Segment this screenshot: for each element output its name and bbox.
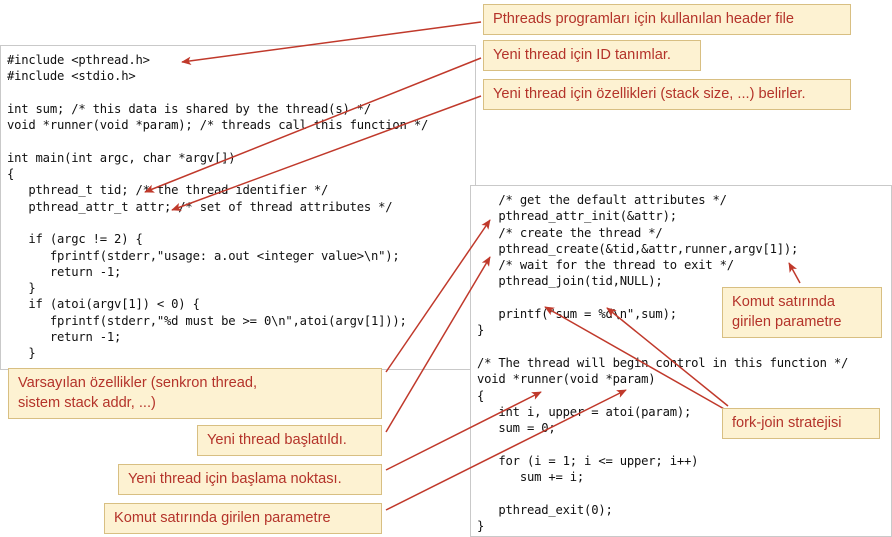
callout-thread-attributes: Yeni thread için özellikleri (stack size…: [483, 79, 851, 110]
slide-canvas: #include <pthread.h> #include <stdio.h> …: [0, 0, 892, 537]
callout-thread-id: Yeni thread için ID tanımlar.: [483, 40, 701, 71]
callout-thread-started: Yeni thread başlatıldı.: [197, 425, 382, 456]
callout-command-line-parameter-left: Komut satırında girilen parametre: [104, 503, 382, 534]
code-panel-main: #include <pthread.h> #include <stdio.h> …: [0, 45, 476, 370]
code-panel-runner: /* get the default attributes */ pthread…: [470, 185, 892, 537]
callout-header-file: Pthreads programları için kullanılan hea…: [483, 4, 851, 35]
callout-default-attributes: Varsayılan özellikler (senkron thread, s…: [8, 368, 382, 419]
callout-thread-start-point: Yeni thread için başlama noktası.: [118, 464, 382, 495]
callout-command-line-parameter-right: Komut satırında girilen parametre: [722, 287, 882, 338]
callout-fork-join-strategy: fork-join stratejisi: [722, 408, 880, 439]
